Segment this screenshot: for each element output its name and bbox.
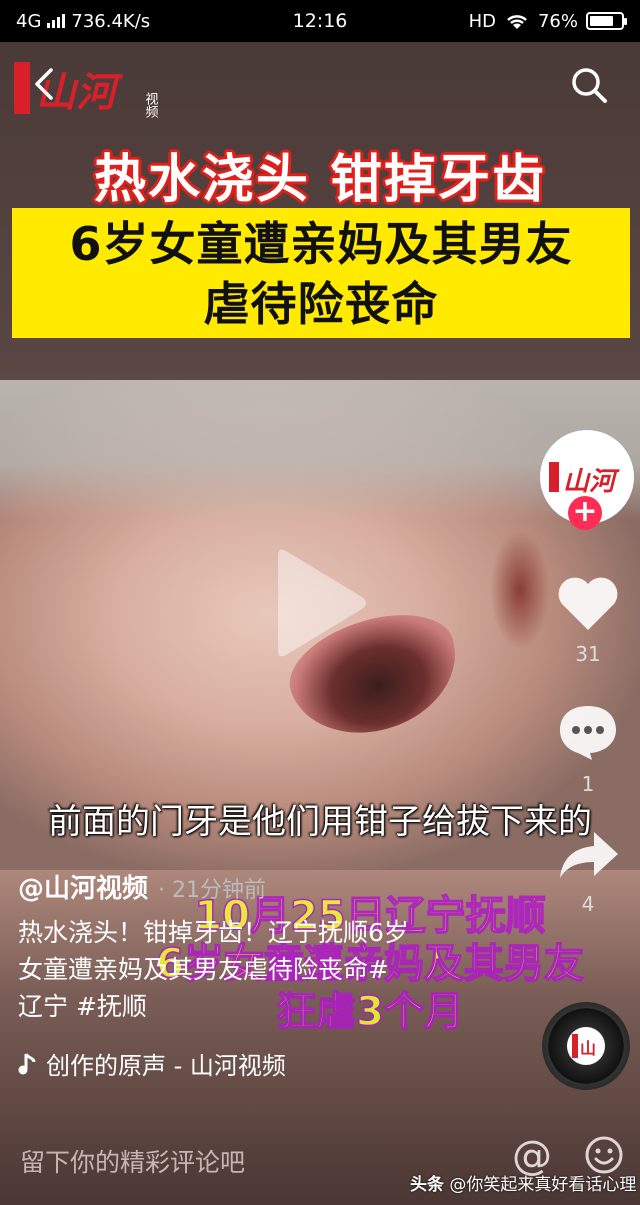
watermark: 头条 @你笑起来真好看话心理 [410,1170,636,1195]
svg-text:山: 山 [580,1039,596,1058]
watermark-brand: 头条 [410,1175,444,1195]
subheadline-line2: 虐待险丧命 [203,277,439,331]
play-button[interactable] [270,547,370,663]
heart-icon [558,577,618,630]
author-name[interactable]: @山河视频 [18,868,148,905]
description-line2: 女童遭亲妈及其男友虐待险丧命# [18,955,389,984]
video-subtitle: 前面的门牙是他们用钳子给拔下来的 [48,802,592,842]
play-icon [278,549,366,657]
clock: 12:16 [292,10,348,32]
video-player[interactable]: 山河 视频 热水浇头 钳掉牙齿 6岁女童遭亲妈及其男友 虐待险丧命 山河 + 3… [0,42,640,1205]
music-disc[interactable]: 山 [542,1002,630,1090]
comment-count: 1 [581,772,595,796]
disc-logo-icon: 山 [572,1034,596,1058]
sound-info[interactable]: 创作的原声 - 山河视频 [18,1046,286,1081]
video-headline: 热水浇头 钳掉牙齿 [93,150,547,210]
sound-title: 创作的原声 - 山河视频 [46,1052,286,1080]
like-button[interactable]: 31 [548,574,628,666]
subheadline-line1: 6岁女童遭亲妈及其男友 [69,217,573,271]
search-button[interactable] [566,62,612,108]
comment-icon [560,706,616,760]
post-time: · 21分钟前 [158,878,266,903]
post-description: 热水浇头！钳掉牙齿！辽宁抚顺6岁 女童遭亲妈及其男友虐待险丧命# 辽宁 #抚顺 [18,914,468,1025]
status-bar: 4G 736.4K/s 12:16 HD 76% [0,0,640,42]
like-count: 31 [575,642,601,666]
smiley-icon [585,1136,623,1174]
svg-text:山河: 山河 [563,467,620,497]
chevron-left-icon [35,68,53,100]
description-line1: 热水浇头！钳掉牙齿！辽宁抚顺6岁 [18,918,409,947]
post-meta: @山河视频 · 21分钟前 [18,868,266,905]
battery-icon [586,12,627,30]
back-button[interactable] [22,62,66,106]
follow-button[interactable]: + [568,496,602,530]
comment-input[interactable]: 留下你的精彩评论吧 [20,1143,245,1179]
description-line3[interactable]: 辽宁 #抚顺 [18,988,468,1025]
music-note-icon [18,1052,36,1074]
top-bar: 山河 视频 [0,42,640,132]
watermark-handle: @你笑起来真好看话心理 [449,1175,637,1195]
search-icon [572,68,607,103]
svg-text:视频: 视频 [143,92,159,118]
video-subheadline: 6岁女童遭亲妈及其男友 虐待险丧命 [12,208,630,338]
comment-button[interactable]: 1 [548,702,628,796]
